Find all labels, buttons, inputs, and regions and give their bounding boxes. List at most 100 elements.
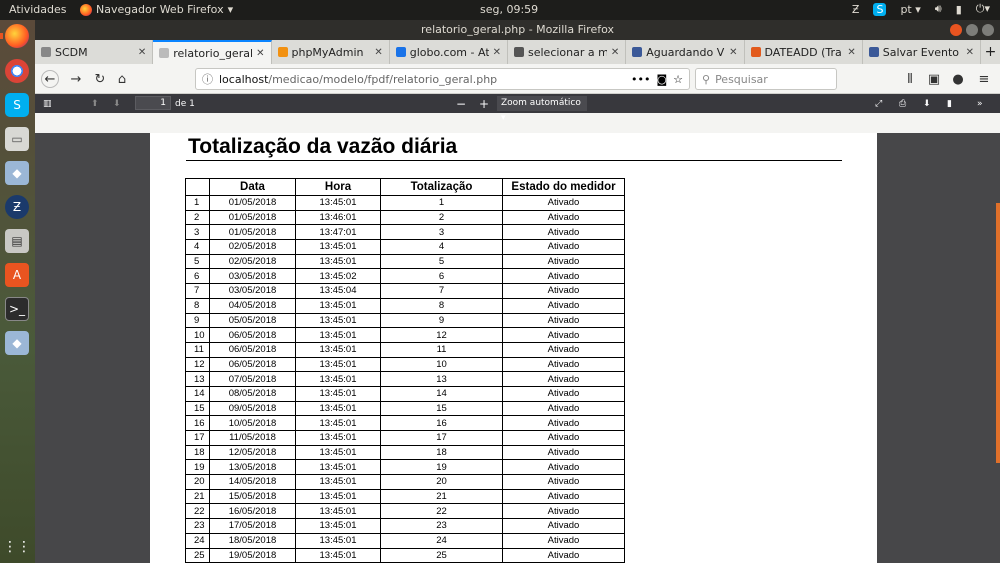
forward-icon[interactable]: → (67, 70, 85, 88)
next-page-icon[interactable]: ⬇ (113, 96, 121, 111)
table-cell: Ativado (502, 415, 625, 431)
tab-2[interactable]: phpMyAdmin ✕ (272, 40, 390, 64)
table-cell: 10 (185, 327, 210, 343)
table-cell: 13:45:01 (295, 503, 381, 520)
tools-icon[interactable]: » (977, 96, 983, 111)
table-cell: 8 (380, 297, 503, 314)
table-cell: 14 (185, 385, 210, 402)
tab-7[interactable]: Salvar Evento - ✕ (863, 40, 981, 64)
table-row: 21 15/05/2018 13:45:01 21 Ativado (185, 488, 625, 505)
tab-6[interactable]: DATEADD (Tra ✕ (745, 40, 863, 64)
table-cell: 9 (380, 312, 503, 329)
tab-close-icon[interactable]: ✕ (138, 47, 146, 58)
show-apps-icon[interactable]: ⋮⋮ (3, 535, 31, 559)
new-tab-button[interactable]: + (981, 40, 1000, 64)
print-icon[interactable]: ⎙ (899, 96, 906, 111)
activities-button[interactable]: Atividades (9, 3, 66, 16)
minimize-window-button[interactable] (966, 24, 978, 36)
tab-close-icon[interactable]: ✕ (611, 47, 619, 58)
pocket-icon[interactable]: ◙ (656, 73, 667, 86)
sidebar-icon[interactable]: ▣ (925, 70, 943, 88)
home-icon[interactable]: ⌂ (113, 70, 131, 88)
table-cell: 25 (185, 547, 210, 563)
library-icon[interactable]: ⫴ (901, 70, 919, 88)
virtualbox-launcher-icon[interactable]: ◆ (5, 161, 29, 185)
table-row: 17 11/05/2018 13:45:01 17 Ativado (185, 430, 625, 446)
table-cell: 11/05/2018 (209, 430, 296, 446)
volume-icon[interactable]: 🔊︎ (935, 2, 942, 16)
toggle-sidebar-icon[interactable]: ▥ (43, 96, 52, 111)
back-icon[interactable]: ← (41, 70, 59, 88)
save-icon[interactable]: ⬇ (923, 96, 931, 111)
tab-close-icon[interactable]: ✕ (847, 47, 855, 58)
app-menu[interactable]: Navegador Web Firefox ▾ (80, 3, 233, 16)
previous-page-icon[interactable]: ⬆ (91, 96, 99, 111)
zoom-select[interactable]: Zoom automático ▾ (497, 96, 587, 123)
table-cell: 13:45:01 (295, 253, 381, 270)
battery-icon[interactable]: ▮ (956, 3, 962, 16)
page-actions-icon[interactable]: ••• (631, 73, 650, 86)
tab-close-icon[interactable]: ✕ (493, 47, 501, 58)
tab-3[interactable]: globo.com - At ✕ (390, 40, 508, 64)
table-cell: 13:45:01 (295, 195, 381, 211)
maximize-window-button[interactable] (982, 24, 994, 36)
search-bar[interactable]: ⚲ Pesquisar (695, 68, 837, 90)
zoom-in-button[interactable]: + (479, 96, 489, 111)
tab-0[interactable]: SCDM ✕ (35, 40, 154, 64)
table-row: 6 03/05/2018 13:45:02 6 Ativado (185, 268, 625, 285)
table-cell: Ativado (502, 327, 625, 343)
window-title: relatorio_geral.php - Mozilla Firefox (421, 23, 614, 36)
scrollbar[interactable] (996, 203, 1000, 463)
table-cell: 2 (185, 209, 210, 226)
tab-close-icon[interactable]: ✕ (374, 47, 382, 58)
tab-4[interactable]: selecionar a m ✕ (508, 40, 627, 64)
table-cell: 12 (380, 327, 503, 343)
url-bar[interactable]: ⓘ localhost/medicao/modelo/fpdf/relatori… (195, 68, 690, 90)
bookmark-icon[interactable]: ▮ (947, 96, 952, 111)
extension-icon[interactable]: ● (949, 70, 967, 88)
clock[interactable]: seg, 09:59 (480, 3, 538, 16)
table-cell: Ativado (502, 283, 625, 299)
url-text[interactable]: localhost/medicao/modelo/fpdf/relatorio_… (219, 73, 625, 86)
presentation-mode-icon[interactable]: ⤢ (875, 96, 882, 111)
software-center-launcher-icon[interactable]: A (5, 263, 29, 287)
close-window-button[interactable] (950, 24, 962, 36)
archive-launcher-icon[interactable]: ▤ (5, 229, 29, 253)
table-cell: 25 (380, 547, 503, 563)
table-cell: Ativado (502, 474, 625, 490)
package-launcher-icon[interactable]: ◆ (5, 331, 29, 355)
table-cell: Ativado (502, 444, 625, 461)
skype-tray-icon[interactable]: S (873, 2, 887, 16)
table-cell: 10 (380, 356, 503, 373)
table-cell: Ativado (502, 253, 625, 270)
table-cell: 23 (185, 518, 210, 534)
pdf-viewer[interactable]: Totalização da vazão diária Data Hora Tota… (35, 133, 1000, 563)
table-row: 10 06/05/2018 13:45:01 12 Ativado (185, 327, 625, 343)
tab-close-icon[interactable]: ✕ (966, 47, 974, 58)
tab-favicon-icon (632, 47, 643, 57)
terminal-launcher-icon[interactable]: >_ (5, 297, 29, 321)
firefox-launcher-icon[interactable] (5, 24, 29, 48)
files-launcher-icon[interactable]: ▭ (5, 127, 29, 151)
info-icon[interactable]: ⓘ (202, 71, 213, 87)
tab-close-icon[interactable]: ✕ (256, 48, 264, 59)
bookmark-star-icon[interactable]: ☆ (673, 73, 683, 86)
page-number-input[interactable]: 1 (135, 96, 171, 110)
table-cell: 12 (185, 356, 210, 373)
zotero-icon[interactable]: Ƶ (852, 3, 860, 16)
reload-icon[interactable]: ↻ (91, 70, 109, 88)
language-indicator[interactable]: pt ▾ (900, 3, 920, 16)
zotero-launcher-icon[interactable]: Ƶ (5, 195, 29, 219)
search-icon: ⚲ (702, 72, 711, 86)
table-cell: 3 (380, 224, 503, 241)
zoom-out-button[interactable]: − (456, 96, 466, 111)
menu-icon[interactable]: ≡ (975, 70, 993, 88)
chrome-launcher-icon[interactable] (5, 59, 29, 83)
tab-1[interactable]: relatorio_geral.php ✕ (153, 40, 272, 64)
power-icon[interactable]: ⏻▾ (976, 2, 990, 16)
tab-5[interactable]: Aguardando V ✕ (626, 40, 745, 64)
table-cell: 13:45:01 (295, 297, 381, 314)
tab-close-icon[interactable]: ✕ (729, 47, 737, 58)
table-cell: 13:45:01 (295, 459, 381, 476)
skype-launcher-icon[interactable]: S (5, 93, 29, 117)
